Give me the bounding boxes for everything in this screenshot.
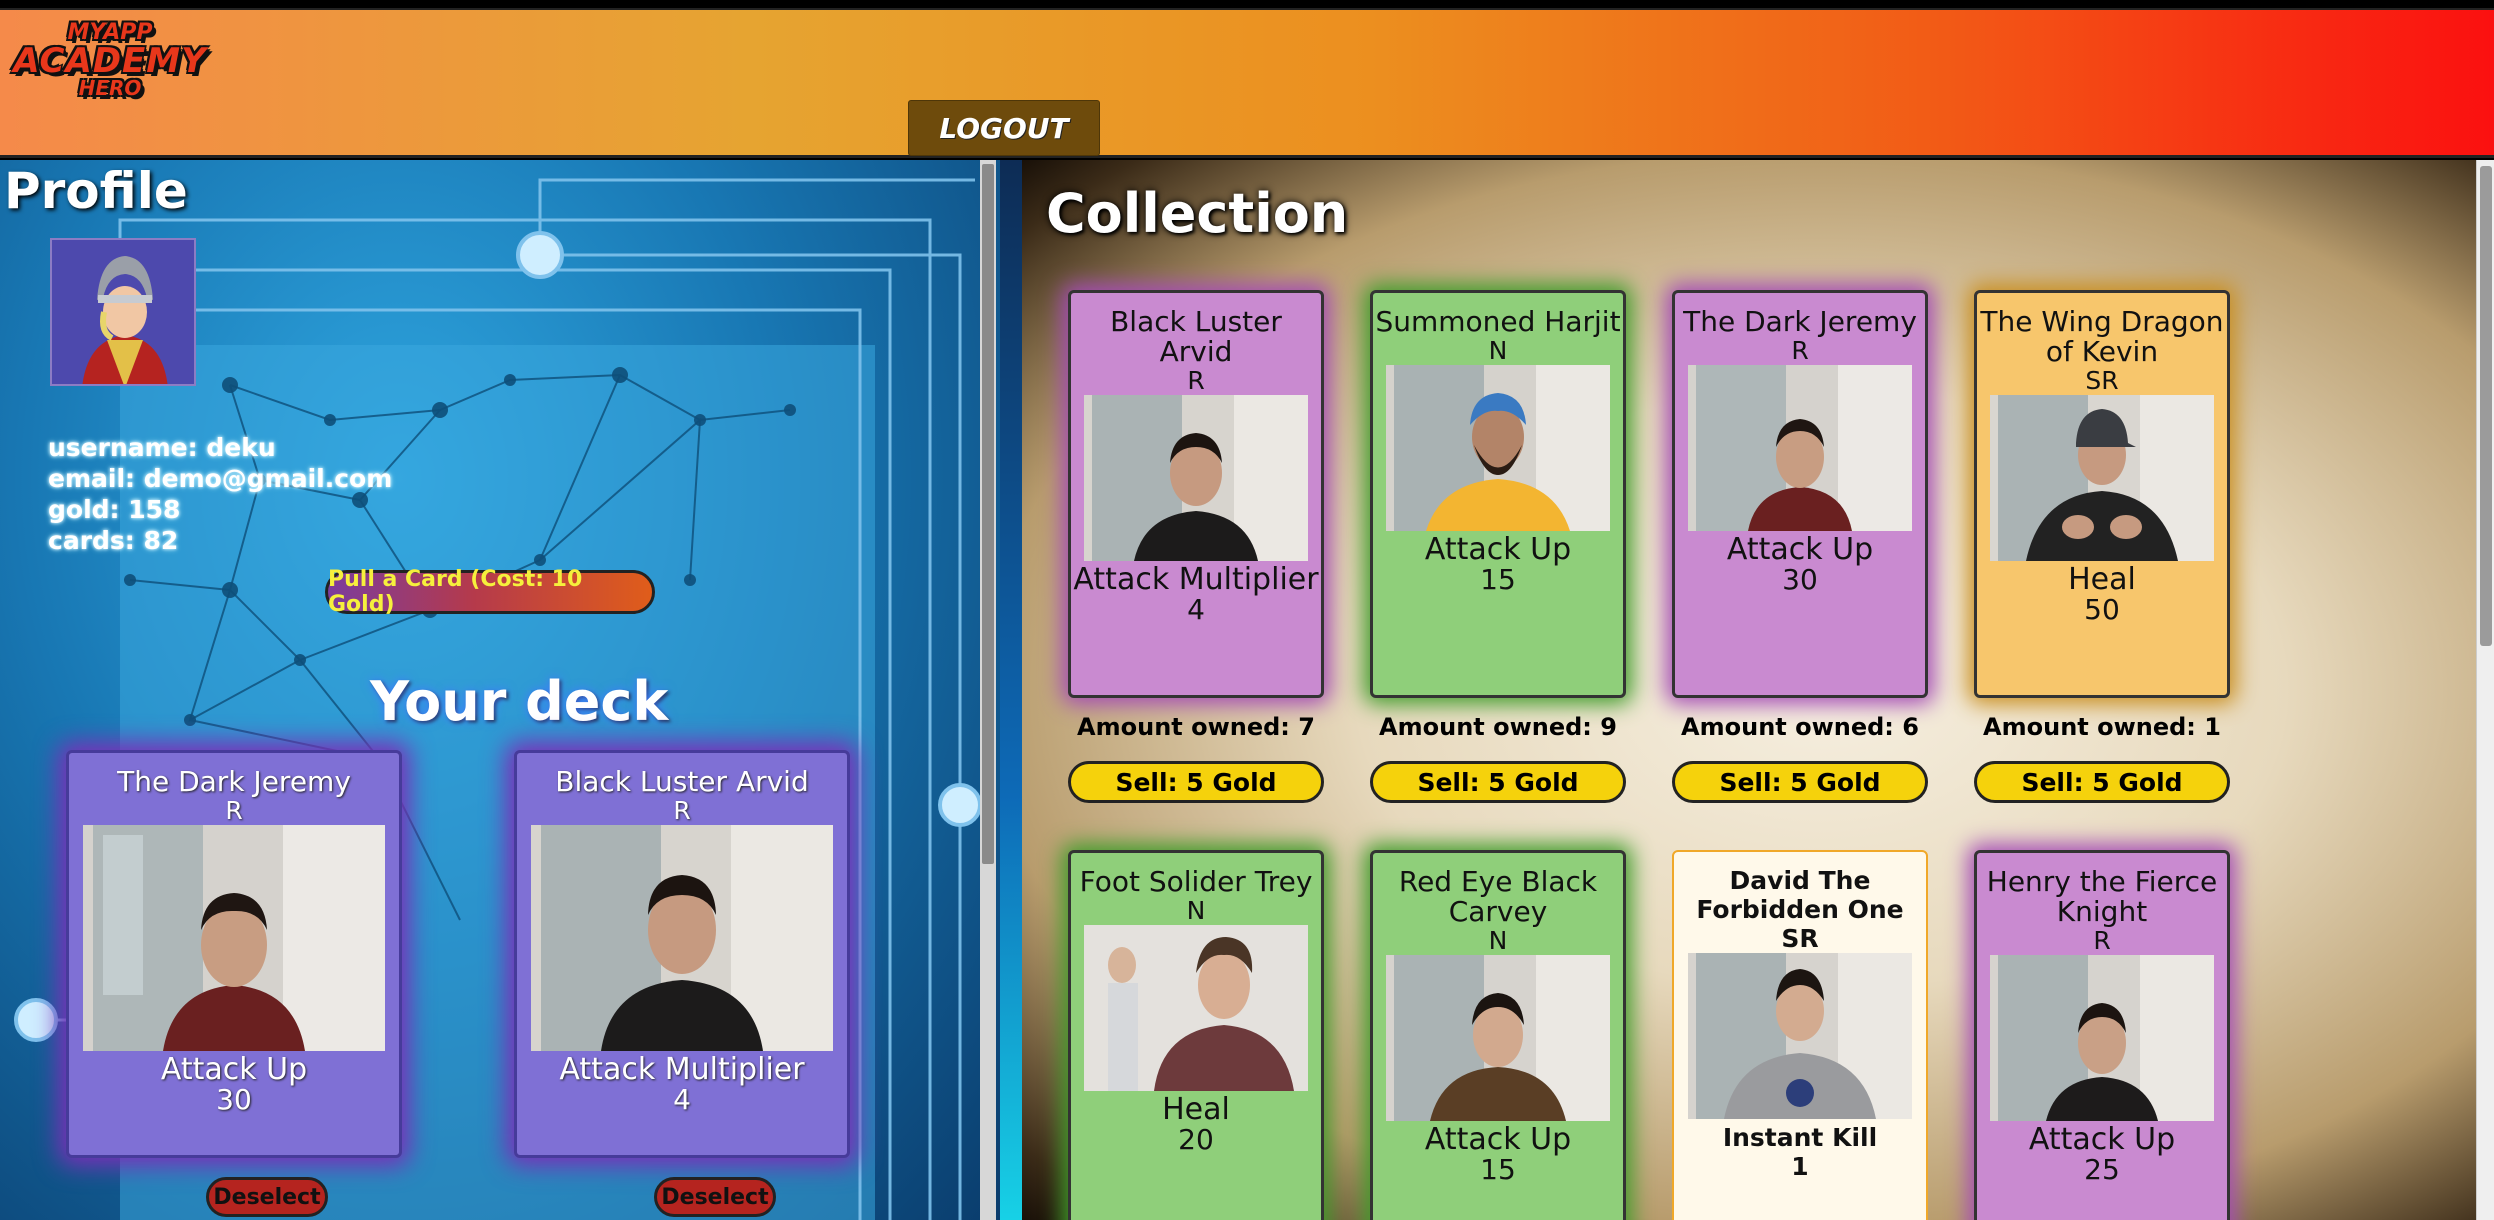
card-rarity: R bbox=[2093, 926, 2111, 955]
card-photo bbox=[1688, 953, 1912, 1119]
card-rarity: R bbox=[225, 796, 243, 825]
card-photo bbox=[1386, 365, 1610, 531]
app-logo[interactable]: MYAPP ACADEMY HERO bbox=[10, 22, 210, 118]
card-rarity: N bbox=[1186, 896, 1206, 925]
card-value: 20 bbox=[1178, 1123, 1214, 1156]
collection-card[interactable]: Summoned Harjit N Attack Up 15 bbox=[1370, 290, 1626, 698]
card-effect: Instant Kill bbox=[1722, 1123, 1878, 1152]
card-effect: Attack Up bbox=[160, 1052, 308, 1087]
username-text: username: deku bbox=[48, 433, 276, 462]
card-photo bbox=[531, 825, 833, 1051]
card-rarity: R bbox=[1187, 366, 1205, 395]
profile-panel: Profile username: deku email: demo@gmail… bbox=[0, 160, 1000, 1220]
collection-card[interactable]: The Wing Dragon of Kevin SR Heal 50 bbox=[1974, 290, 2230, 698]
card-value: 4 bbox=[1187, 593, 1205, 626]
sell-button[interactable]: Sell: 5 Gold bbox=[1974, 761, 2230, 803]
card-photo bbox=[1084, 395, 1308, 561]
card-photo bbox=[1386, 955, 1610, 1121]
card-name: Foot Solider Trey bbox=[1079, 865, 1313, 898]
card-name: Summoned Harjit bbox=[1375, 305, 1621, 338]
card-rarity: SR bbox=[2085, 366, 2119, 395]
card-value: 1 bbox=[1791, 1152, 1809, 1181]
deck-card[interactable]: Black Luster Arvid R Attack Multiplier 4 bbox=[514, 750, 850, 1158]
collection-title: Collection bbox=[1046, 182, 1349, 245]
card-effect: Attack Up bbox=[1424, 532, 1572, 567]
card-photo bbox=[83, 825, 385, 1051]
card-name: The Dark Jeremy bbox=[1683, 305, 1917, 338]
card-value: 30 bbox=[216, 1083, 252, 1116]
user-info: username: deku email: demo@gmail.com gol… bbox=[48, 432, 392, 556]
amount-owned-text: Amount owned: 6 bbox=[1681, 713, 1919, 741]
card-value: 15 bbox=[1480, 1153, 1516, 1186]
amount-owned-text: Amount owned: 7 bbox=[1077, 713, 1315, 741]
collection-card[interactable]: Foot Solider Trey N Heal 20 bbox=[1068, 850, 1324, 1220]
collection-card[interactable]: David The Forbidden One SR Instant Kill … bbox=[1672, 850, 1928, 1220]
card-effect: Attack Multiplier bbox=[1073, 562, 1319, 597]
card-value: 15 bbox=[1480, 563, 1516, 596]
logo-line-3: HERO bbox=[78, 76, 142, 100]
avatar-character-image bbox=[52, 240, 194, 384]
card-effect: Attack Up bbox=[1424, 1122, 1572, 1157]
card-effect: Heal bbox=[1162, 1092, 1230, 1127]
card-name: Black Luster Arvid bbox=[1110, 305, 1282, 368]
card-effect: Heal bbox=[2068, 562, 2136, 597]
cards-count-text: cards: 82 bbox=[48, 526, 179, 555]
collection-card[interactable]: Henry the Fierce Knight R Attack Up 25 bbox=[1974, 850, 2230, 1220]
card-value: 50 bbox=[2084, 593, 2120, 626]
collection-card[interactable]: The Dark Jeremy R Attack Up 30 bbox=[1672, 290, 1928, 698]
deck-title: Your deck bbox=[370, 670, 669, 733]
card-rarity: SR bbox=[1781, 924, 1819, 953]
profile-scrollbar-thumb[interactable] bbox=[982, 164, 994, 864]
logo-line-2: ACADEMY bbox=[13, 41, 207, 81]
card-rarity: N bbox=[1488, 336, 1508, 365]
panel-divider bbox=[1000, 160, 1022, 1220]
card-value: 30 bbox=[1782, 563, 1818, 596]
deck-card[interactable]: The Dark Jeremy R Attack Up 30 bbox=[66, 750, 402, 1158]
collection-panel: Collection Black Luster Arvid R Attack M… bbox=[1000, 160, 2494, 1220]
profile-scrollbar[interactable] bbox=[980, 160, 996, 1220]
sell-button[interactable]: Sell: 5 Gold bbox=[1672, 761, 1928, 803]
card-value: 4 bbox=[673, 1083, 691, 1116]
gold-text: gold: 158 bbox=[48, 495, 181, 524]
sell-button[interactable]: Sell: 5 Gold bbox=[1370, 761, 1626, 803]
collection-scrollbar[interactable] bbox=[2476, 160, 2494, 1220]
card-effect: Attack Up bbox=[2028, 1122, 2176, 1157]
collection-card[interactable]: Black Luster Arvid R Attack Multiplier 4 bbox=[1068, 290, 1324, 698]
collection-scrollbar-thumb[interactable] bbox=[2480, 166, 2492, 646]
deselect-button[interactable]: Deselect bbox=[206, 1177, 328, 1217]
card-name: Red Eye Black Carvey bbox=[1398, 865, 1598, 928]
card-photo bbox=[1990, 395, 2214, 561]
card-photo bbox=[1084, 925, 1308, 1091]
deselect-button[interactable]: Deselect bbox=[654, 1177, 776, 1217]
sell-button[interactable]: Sell: 5 Gold bbox=[1068, 761, 1324, 803]
collection-card[interactable]: Red Eye Black Carvey N Attack Up 15 bbox=[1370, 850, 1626, 1220]
card-effect: Attack Up bbox=[1726, 532, 1874, 567]
card-rarity: R bbox=[673, 796, 691, 825]
card-name: The Wing Dragon of Kevin bbox=[1980, 305, 2224, 368]
email-text: email: demo@gmail.com bbox=[48, 464, 393, 493]
card-rarity: N bbox=[1488, 926, 1508, 955]
pull-card-button[interactable]: Pull a Card (Cost: 10 Gold) bbox=[325, 567, 655, 617]
app-header: MYAPP ACADEMY HERO LOGOUT bbox=[0, 8, 2494, 158]
card-effect: Attack Multiplier bbox=[559, 1052, 805, 1087]
avatar bbox=[50, 238, 196, 386]
card-photo bbox=[1688, 365, 1912, 531]
card-rarity: R bbox=[1791, 336, 1809, 365]
card-name: Black Luster Arvid bbox=[555, 765, 809, 798]
card-name: Henry the Fierce Knight bbox=[1986, 865, 2218, 928]
card-name: The Dark Jeremy bbox=[117, 765, 351, 798]
amount-owned-text: Amount owned: 9 bbox=[1379, 713, 1617, 741]
profile-title: Profile bbox=[4, 162, 188, 220]
card-photo bbox=[1990, 955, 2214, 1121]
card-value: 25 bbox=[2084, 1153, 2120, 1186]
card-name: David The Forbidden One bbox=[1696, 866, 1904, 924]
amount-owned-text: Amount owned: 1 bbox=[1983, 713, 2221, 741]
logout-button[interactable]: LOGOUT bbox=[908, 100, 1100, 156]
